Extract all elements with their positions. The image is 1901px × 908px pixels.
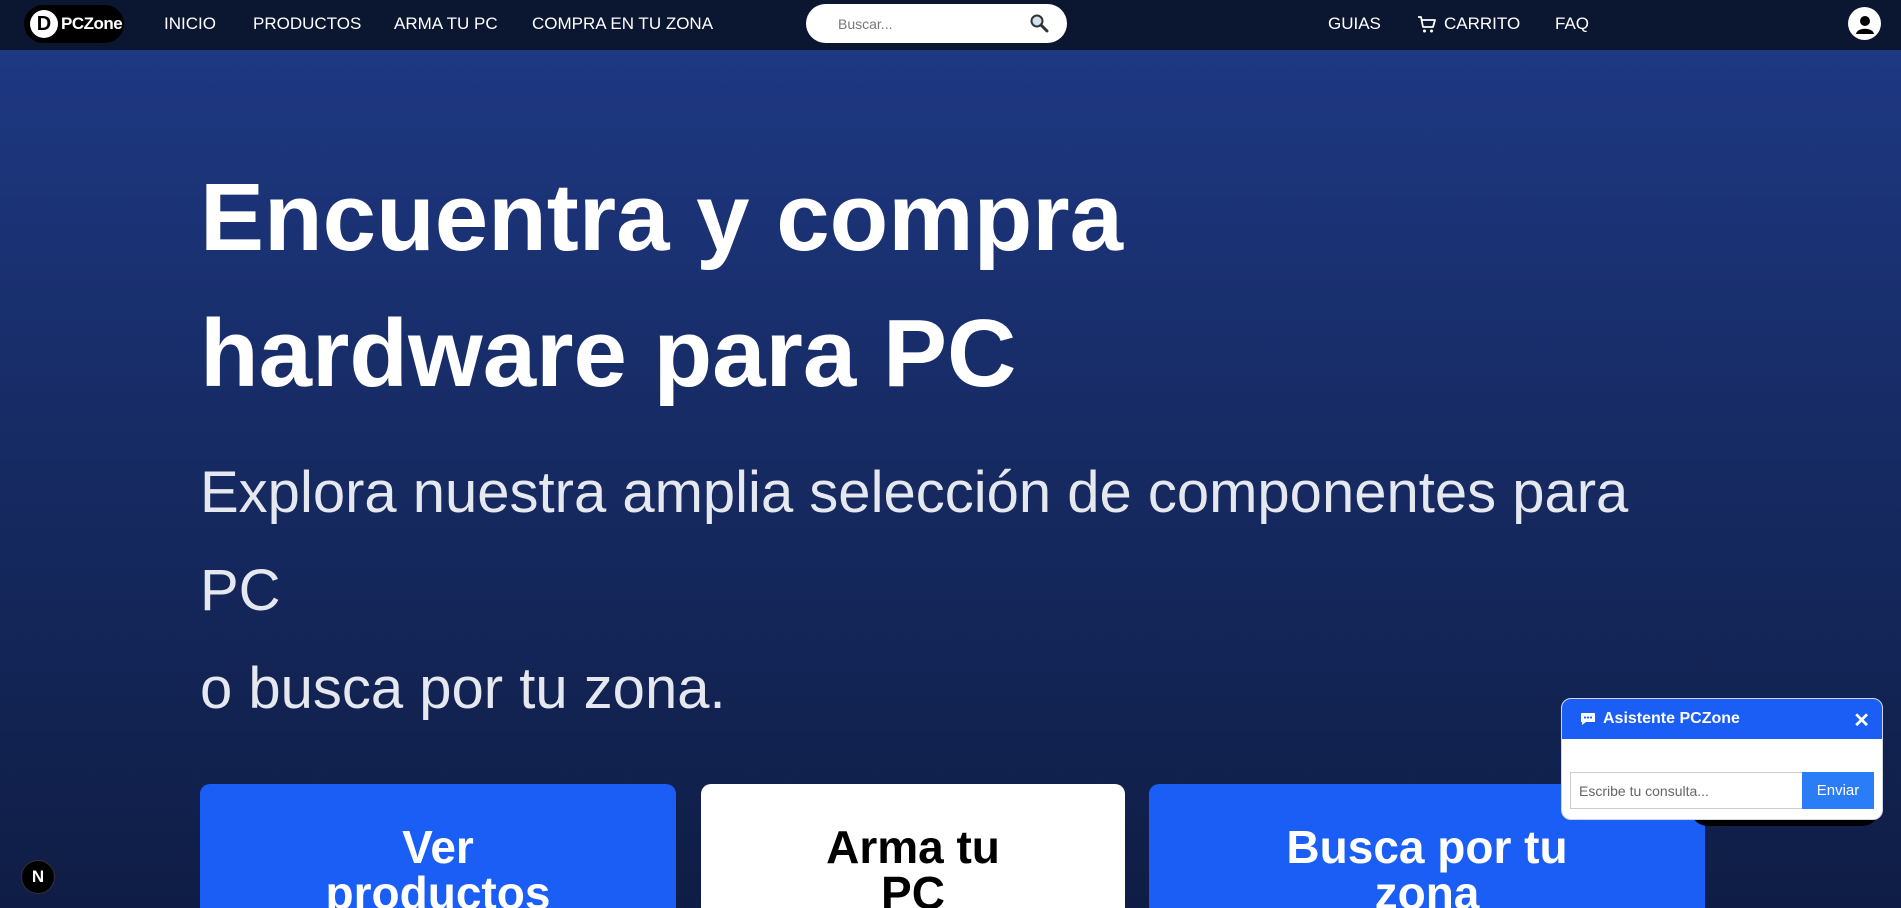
search-bar <box>806 4 1067 43</box>
chat-message-input[interactable] <box>1570 772 1802 809</box>
nav-arma-tu-pc[interactable]: ARMA TU PC <box>394 14 498 34</box>
ver-productos-card[interactable]: Ver productos <box>200 784 676 908</box>
logo-text: PCZone <box>61 14 123 33</box>
next-dev-badge[interactable]: N <box>21 860 55 894</box>
hero-title-line1: Encuentra y compra <box>200 164 1123 271</box>
nav-compra-en-tu-zona[interactable]: COMPRA EN TU ZONA <box>532 14 713 34</box>
arma-tu-pc-card[interactable]: Arma tu PC <box>701 784 1125 908</box>
hero-subtitle-line1: Explora nuestra amplia selección de comp… <box>200 460 1629 525</box>
card-label-line2: PC <box>881 867 945 908</box>
card-label-line1: Arma tu <box>826 821 1000 873</box>
nav-guias[interactable]: GUIAS <box>1328 14 1381 34</box>
hero-subtitle-line3: o busca por tu zona. <box>200 656 726 721</box>
hero-subtitle: Explora nuestra amplia selección de comp… <box>200 444 1740 738</box>
nav-productos[interactable]: PRODUCTOS <box>253 14 361 34</box>
hero-title-line2: hardware para PC <box>200 300 1017 407</box>
user-icon <box>1855 15 1874 34</box>
hero-title: Encuentra y compra hardware para PC <box>200 150 1500 422</box>
chat-bubble-icon <box>1581 713 1595 725</box>
cart-icon[interactable] <box>1417 14 1437 34</box>
user-avatar[interactable] <box>1848 7 1881 40</box>
search-input[interactable] <box>838 15 1038 32</box>
nav-carrito[interactable]: CARRITO <box>1444 14 1520 34</box>
card-label-line2: zona <box>1374 867 1480 908</box>
card-label-line2: productos <box>325 867 551 908</box>
chat-send-button[interactable]: Enviar <box>1802 772 1874 809</box>
chat-header: Asistente PCZone ✕ <box>1562 699 1882 739</box>
card-label-line1: Busca por tu <box>1286 821 1568 873</box>
hero-subtitle-line2: PC <box>200 558 281 623</box>
logo-mark: D <box>30 10 58 38</box>
nav-faq[interactable]: FAQ <box>1555 14 1589 34</box>
chat-close-icon[interactable]: ✕ <box>1853 708 1870 733</box>
pczone-logo[interactable]: D PCZone <box>24 5 124 43</box>
card-label-line1: Ver <box>402 821 474 873</box>
top-navbar: D PCZone INICIO PRODUCTOS ARMA TU PC COM… <box>0 0 1901 50</box>
chat-title: Asistente PCZone <box>1603 710 1740 727</box>
nav-inicio[interactable]: INICIO <box>164 14 216 34</box>
chat-widget: Asistente PCZone ✕ Enviar <box>1561 698 1883 820</box>
search-icon[interactable] <box>1029 13 1049 33</box>
